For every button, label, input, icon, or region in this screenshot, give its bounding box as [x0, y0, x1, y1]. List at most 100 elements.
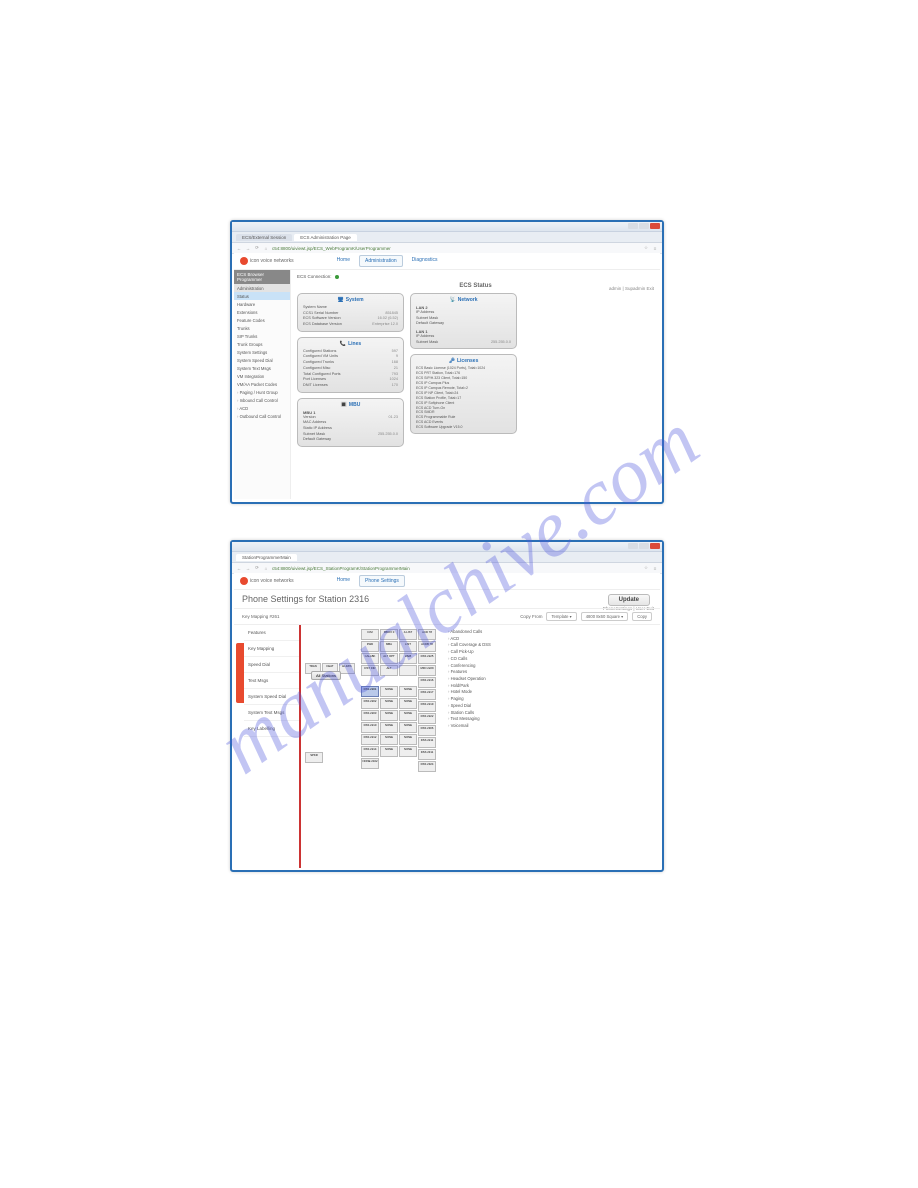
- sidebar-section-admin[interactable]: Administration: [234, 284, 290, 292]
- key[interactable]: DST DIR: [361, 665, 379, 676]
- key[interactable]: DSS 2219: [418, 701, 436, 712]
- key[interactable]: DSS 2216: [418, 677, 436, 688]
- sidebar-item-vmaa-packet-codes[interactable]: VM/AA Packet Codes: [234, 380, 290, 388]
- leftnav-key-labelling[interactable]: Key Labelling: [244, 721, 299, 737]
- model-select[interactable]: 4800 8x60 Square ▾: [581, 612, 629, 621]
- key[interactable]: ACD 78: [418, 629, 436, 640]
- key[interactable]: NONE: [399, 686, 417, 697]
- sidebar-item-acd[interactable]: ACD: [234, 404, 290, 412]
- key[interactable]: DSS 2225: [418, 653, 436, 664]
- close-button[interactable]: [650, 223, 660, 229]
- back-icon[interactable]: ←: [236, 245, 242, 251]
- star-icon[interactable]: ☆: [643, 565, 649, 571]
- back-icon[interactable]: ←: [236, 565, 242, 571]
- sidebar-item-sip-trunks[interactable]: SIP Trunks: [234, 332, 290, 340]
- star-icon[interactable]: ☆: [643, 245, 649, 251]
- sidebar-item-hardware[interactable]: Hardware: [234, 300, 290, 308]
- key[interactable]: MBOX 0: [380, 629, 398, 640]
- maximize-button[interactable]: [639, 223, 649, 229]
- key[interactable]: DSS 2222: [418, 713, 436, 724]
- nav-home[interactable]: Home: [332, 255, 355, 267]
- feature-item[interactable]: Station Calls: [448, 710, 491, 717]
- key[interactable]: NONE: [380, 746, 398, 757]
- key-spkr[interactable]: SPKR: [305, 752, 323, 763]
- key[interactable]: DSS 2211: [418, 737, 436, 748]
- key[interactable]: ALT OPT: [380, 653, 398, 664]
- minimize-button[interactable]: [628, 223, 638, 229]
- sidebar-item-system-text-msgs[interactable]: System Text Msgs: [234, 364, 290, 372]
- feature-item[interactable]: Speed Dial: [448, 703, 491, 710]
- key[interactable]: NONE 2162: [361, 758, 379, 769]
- key[interactable]: DSS 2306: [418, 725, 436, 736]
- nav-home[interactable]: Home: [332, 575, 355, 587]
- key[interactable]: DSS 2324: [418, 761, 436, 772]
- minimize-button[interactable]: [628, 543, 638, 549]
- key[interactable]: NONE: [380, 710, 398, 721]
- tab-station-programmer[interactable]: StationProgrammerMain: [236, 554, 297, 561]
- menu-icon[interactable]: ≡: [652, 565, 658, 571]
- feature-item[interactable]: Hotel Mode: [448, 689, 491, 696]
- nav-diagnostics[interactable]: Diagnostics: [407, 255, 443, 267]
- key[interactable]: NONE: [399, 698, 417, 709]
- copy-button[interactable]: Copy: [632, 612, 652, 621]
- feature-item[interactable]: Voicemail: [448, 723, 491, 730]
- sidebar-item-trunk-groups[interactable]: Trunk Groups: [234, 340, 290, 348]
- key[interactable]: DSS 2311: [418, 749, 436, 760]
- key[interactable]: [399, 665, 417, 676]
- key-selected[interactable]: DSS 2201: [361, 686, 379, 697]
- leftnav-system-text-msgs[interactable]: System Text Msgs: [244, 705, 299, 721]
- key[interactable]: FWD: [361, 641, 379, 652]
- maximize-button[interactable]: [639, 543, 649, 549]
- reload-icon[interactable]: ⟳: [254, 245, 260, 251]
- url-input[interactable]: c54:8800/uiviewt.jsp/ECS_StationProgramK…: [272, 566, 640, 571]
- sidebar-item-inbound-call[interactable]: Inbound Call Control: [234, 396, 290, 404]
- home-icon[interactable]: ⌂: [263, 565, 269, 571]
- key[interactable]: DSS 2203: [361, 710, 379, 721]
- key[interactable]: NONE: [399, 710, 417, 721]
- all-stations-button[interactable]: All Stations: [311, 671, 341, 680]
- key[interactable]: DSS 2214: [361, 746, 379, 757]
- reload-icon[interactable]: ⟳: [254, 565, 260, 571]
- key[interactable]: NONE: [399, 722, 417, 733]
- key[interactable]: DSS 2210: [361, 722, 379, 733]
- feature-item[interactable]: Conferencing: [448, 663, 491, 670]
- sidebar-item-system-settings[interactable]: System Settings: [234, 348, 290, 356]
- key[interactable]: NONE: [399, 746, 417, 757]
- key[interactable]: NONE: [380, 686, 398, 697]
- tab-ecs-admin[interactable]: ECS Administration Page: [294, 234, 357, 241]
- sidebar-item-trunks[interactable]: Trunks: [234, 324, 290, 332]
- key[interactable]: MFD 2229: [418, 665, 436, 676]
- template-select[interactable]: Template ▾: [546, 612, 576, 621]
- sidebar-item-vm-integration[interactable]: VM Integration: [234, 372, 290, 380]
- feature-item[interactable]: Abandoned Calls: [448, 629, 491, 636]
- feature-item[interactable]: Paging: [448, 696, 491, 703]
- key[interactable]: DSS 2202: [361, 698, 379, 709]
- feature-item[interactable]: Headset Operation: [448, 676, 491, 683]
- key[interactable]: ICM: [361, 629, 379, 640]
- sidebar-item-paging-hunt[interactable]: Paging / Hunt Group: [234, 388, 290, 396]
- nav-phone-settings[interactable]: Phone Settings: [359, 575, 405, 587]
- leftnav-key-mapping[interactable]: Key Mapping: [244, 641, 299, 657]
- update-button[interactable]: Update: [608, 594, 650, 606]
- key[interactable]: NONE: [380, 734, 398, 745]
- sidebar-item-status[interactable]: Status: [234, 292, 290, 300]
- menu-icon[interactable]: ≡: [652, 245, 658, 251]
- home-icon[interactable]: ⌂: [263, 245, 269, 251]
- key[interactable]: NONE: [380, 698, 398, 709]
- feature-item[interactable]: CO Calls: [448, 656, 491, 663]
- key[interactable]: DSS 2212: [361, 734, 379, 745]
- leftnav-features[interactable]: Features: [244, 625, 299, 641]
- leftnav-system-speed-dial[interactable]: System Speed Dial: [244, 689, 299, 705]
- feature-item[interactable]: Call Pick-Up: [448, 649, 491, 656]
- feature-item[interactable]: ACD: [448, 636, 491, 643]
- leftnav-speed-dial[interactable]: Speed Dial: [244, 657, 299, 673]
- key[interactable]: NONE: [380, 722, 398, 733]
- key[interactable]: ALT: [380, 665, 398, 676]
- feature-item[interactable]: Features: [448, 669, 491, 676]
- key[interactable]: MBA: [380, 641, 398, 652]
- key[interactable]: A LIST: [399, 629, 417, 640]
- sidebar-item-extensions[interactable]: Extensions: [234, 308, 290, 316]
- url-input[interactable]: c54:8800/uiviewt.jsp/ECS_WebProgramK/Use…: [272, 246, 640, 251]
- feature-item[interactable]: Call Coverage & DSS: [448, 642, 491, 649]
- key[interactable]: WEB: [399, 653, 417, 664]
